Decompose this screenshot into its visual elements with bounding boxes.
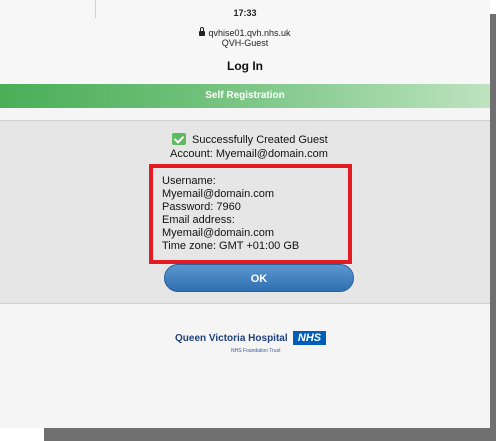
page-title: Log In bbox=[227, 59, 263, 73]
address-url: qvhise01.qvh.nhs.uk bbox=[208, 28, 291, 38]
email-value: Myemail@domain.com bbox=[162, 227, 275, 239]
trust-name: NHS Foundation Trust bbox=[231, 348, 281, 354]
page-subtitle: QVH-Guest bbox=[221, 38, 269, 48]
success-account: Account: Myemail@domain.com bbox=[170, 148, 328, 160]
status-time: 17:33 bbox=[233, 8, 257, 18]
username-label: Username: bbox=[162, 175, 216, 187]
self-registration-banner: Self Registration bbox=[0, 84, 490, 108]
password-text: Password: 7960 bbox=[162, 201, 241, 213]
username-value: Myemail@domain.com bbox=[162, 188, 275, 200]
lock-icon bbox=[199, 27, 206, 36]
checkmark-icon bbox=[172, 133, 186, 145]
hospital-name: Queen Victoria Hospital bbox=[175, 333, 288, 344]
timezone-text: Time zone: GMT +01:00 GB bbox=[162, 240, 300, 252]
nhs-logo: NHS bbox=[293, 331, 326, 345]
page-shadow-bottom bbox=[44, 426, 496, 441]
browser-top-bar: 17:33 qvhise01.qvh.nhs.uk QVH-Guest Log … bbox=[0, 0, 490, 84]
address-bar[interactable]: qvhise01.qvh.nhs.uk bbox=[0, 27, 490, 38]
success-message: Successfully Created Guest bbox=[192, 134, 328, 146]
email-label: Email address: bbox=[162, 214, 235, 226]
phone-screen: 17:33 qvhise01.qvh.nhs.uk QVH-Guest Log … bbox=[0, 0, 490, 428]
ok-button[interactable]: OK bbox=[164, 264, 354, 292]
